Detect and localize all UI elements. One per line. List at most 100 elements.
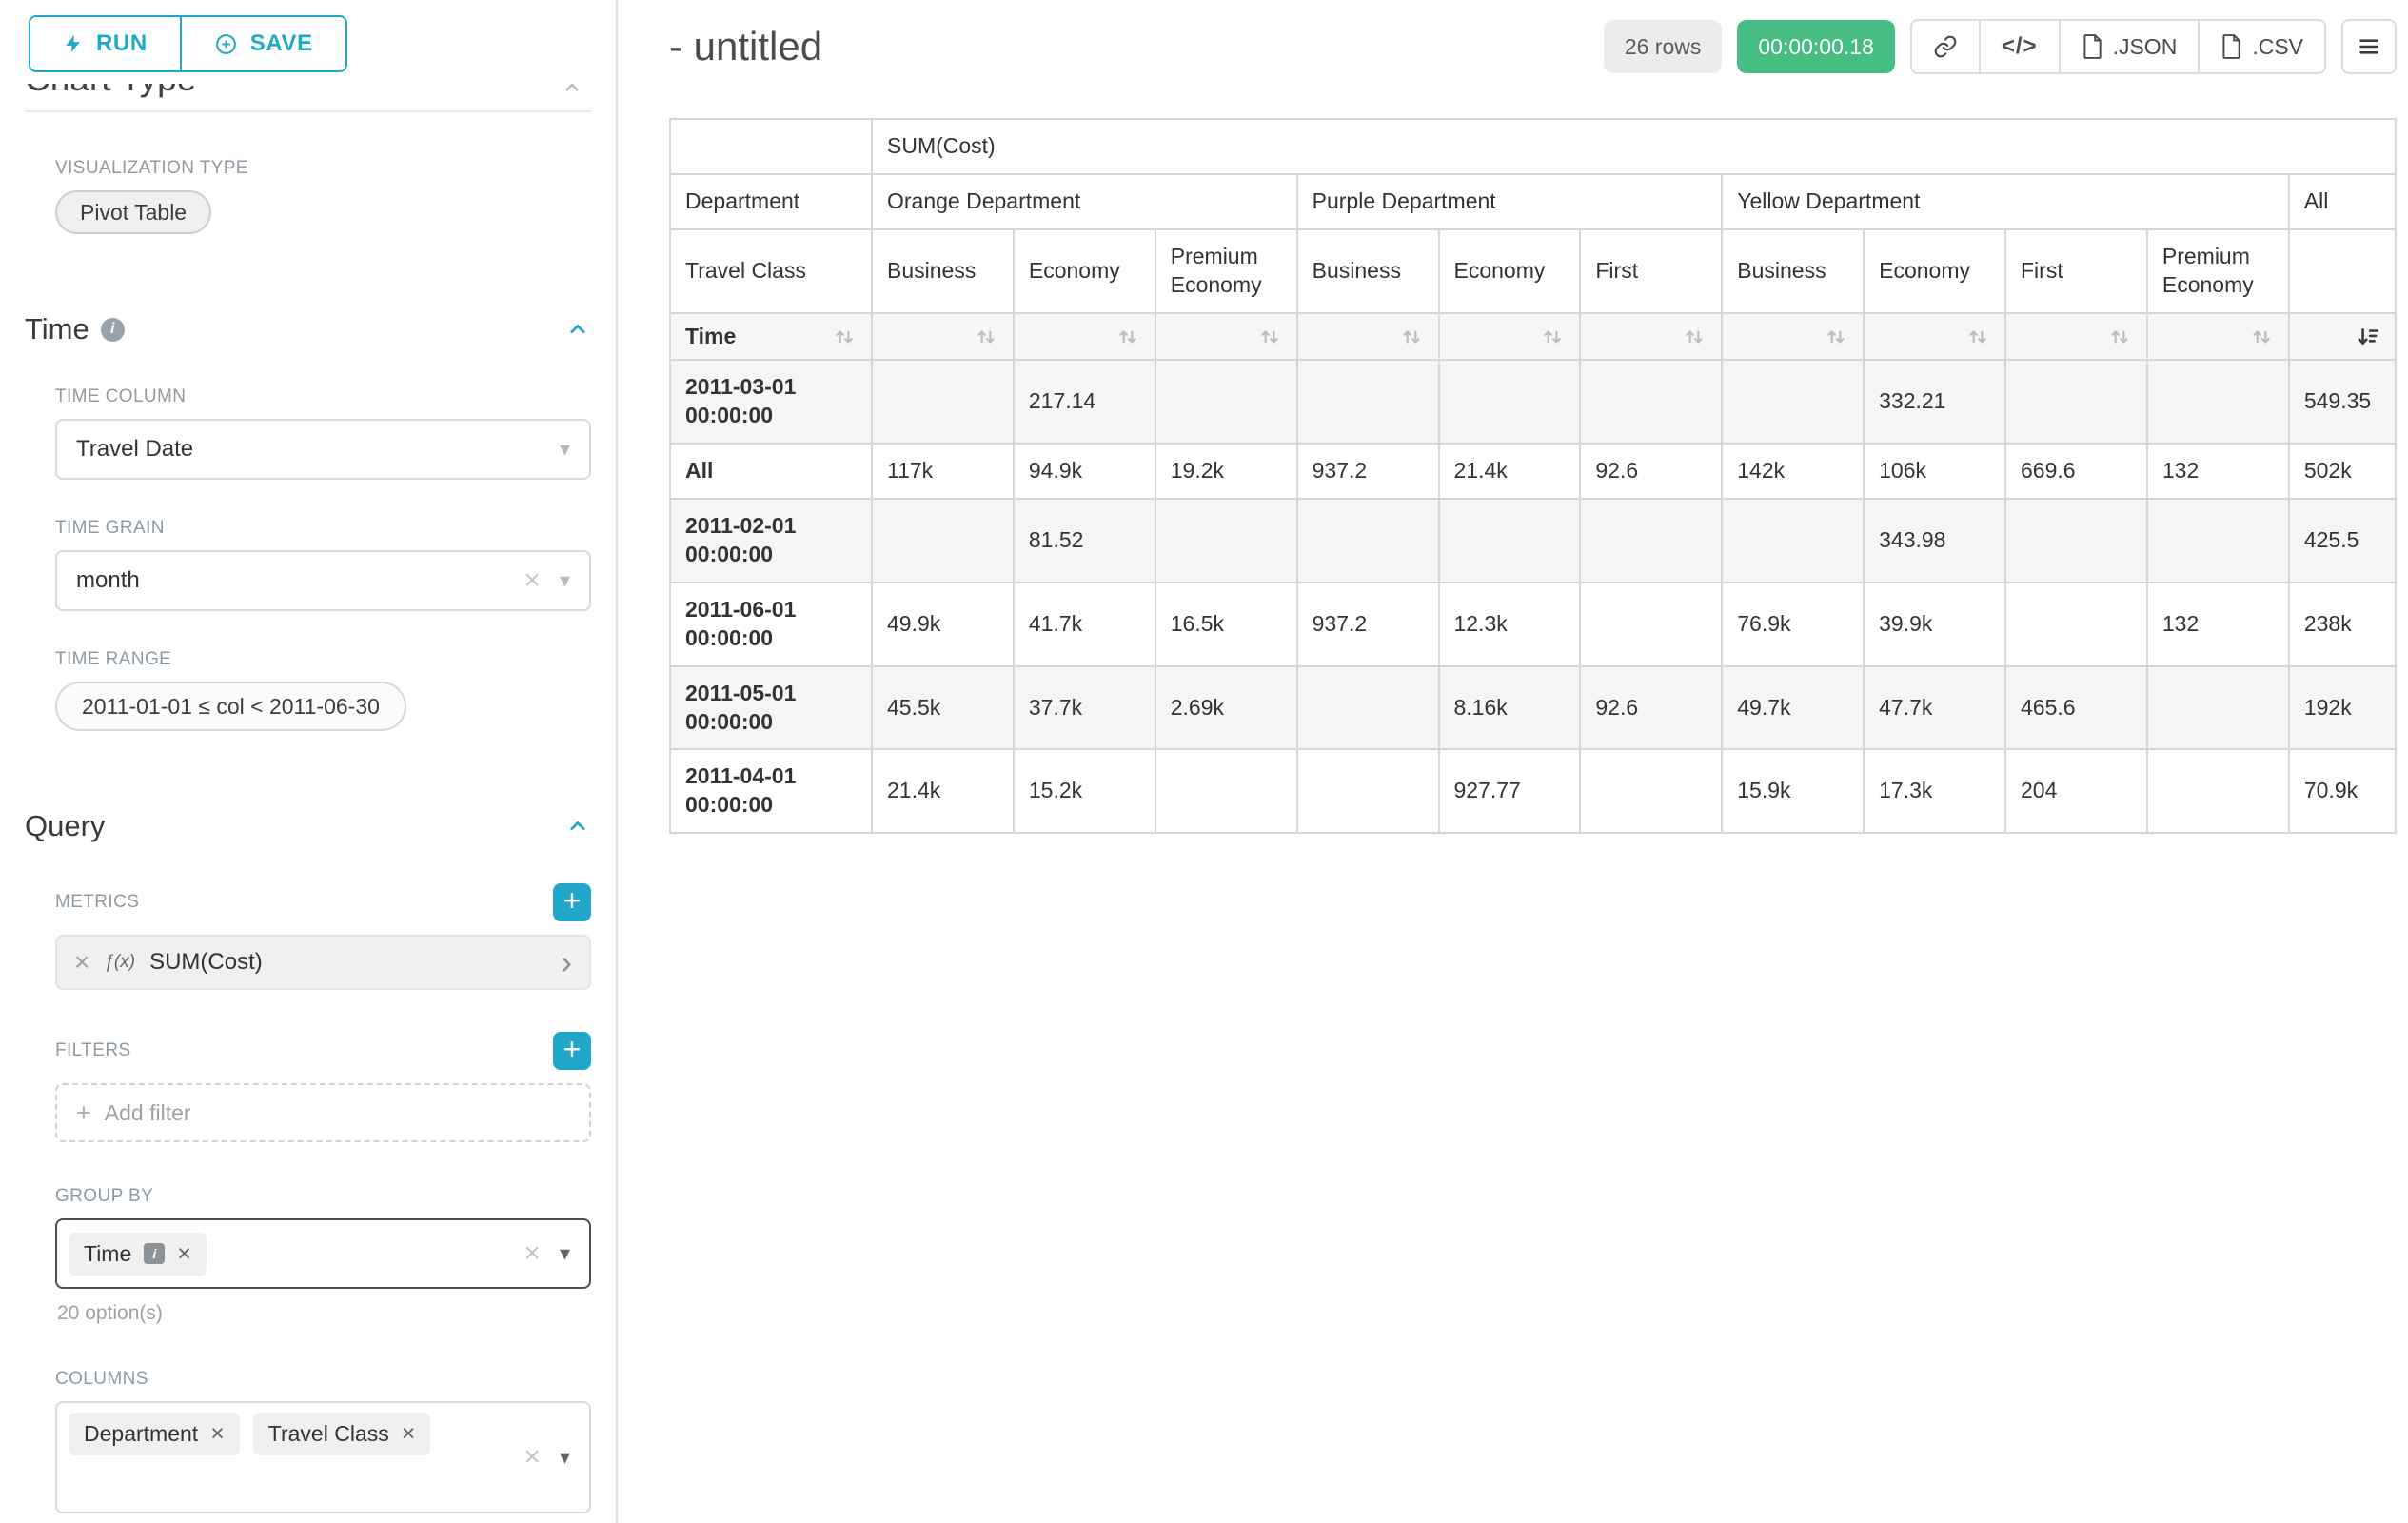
run-save-group: RUN SAVE	[29, 15, 347, 72]
plus-circle-icon	[214, 32, 238, 56]
sort-icon[interactable]	[974, 325, 998, 349]
metrics-label-row: METRICS +	[55, 883, 591, 921]
value-cell: 92.6	[1580, 444, 1722, 499]
sort-icon[interactable]	[1682, 325, 1707, 349]
export-json-label: .JSON	[2113, 34, 2178, 60]
columns-control: COLUMNS Department × Travel Class ×	[55, 1369, 591, 1523]
sort-icon[interactable]	[1965, 325, 1990, 349]
columns-chip[interactable]: Department ×	[69, 1413, 240, 1455]
save-label: SAVE	[250, 30, 313, 57]
share-link-button[interactable]	[1912, 21, 1979, 72]
sort-cell[interactable]	[1864, 313, 2005, 361]
group-by-select[interactable]: Time i × × ▾	[55, 1218, 591, 1289]
chevron-up-icon[interactable]	[564, 813, 591, 840]
run-button[interactable]: RUN	[30, 17, 180, 70]
value-cell: 142k	[1722, 444, 1864, 499]
add-filter-box[interactable]: + Add filter	[55, 1083, 591, 1142]
sort-icon[interactable]	[1824, 325, 1848, 349]
value-cell	[872, 360, 1014, 444]
value-cell	[1297, 666, 1439, 750]
value-cell: 502k	[2289, 444, 2396, 499]
chart-title[interactable]: - untitled	[669, 24, 822, 69]
caret-down-icon[interactable]: ▾	[560, 1243, 570, 1264]
sort-icon[interactable]	[1257, 325, 1282, 349]
column-label: Economy	[1439, 229, 1581, 313]
clear-icon[interactable]: ×	[523, 566, 541, 595]
caret-down-icon[interactable]: ▾	[560, 1447, 570, 1468]
remove-chip-icon[interactable]: ×	[177, 1242, 191, 1266]
clear-icon[interactable]: ×	[523, 1239, 541, 1268]
value-cell	[2005, 360, 2147, 444]
value-cell: 12.3k	[1439, 583, 1581, 666]
time-grain-value: month	[76, 567, 140, 594]
sort-cell[interactable]	[1155, 313, 1297, 361]
time-range-value[interactable]: 2011-01-01 ≤ col < 2011-06-30	[55, 682, 406, 731]
group-by-chip[interactable]: Time i ×	[69, 1233, 207, 1276]
remove-chip-icon[interactable]: ×	[210, 1422, 225, 1446]
time-sort-cell[interactable]: Time	[670, 313, 872, 361]
time-section-header[interactable]: Time i	[25, 312, 591, 346]
chevron-up-icon[interactable]	[564, 316, 591, 343]
sort-cell[interactable]	[1297, 313, 1439, 361]
value-cell	[2147, 666, 2289, 750]
time-section-title: Time	[25, 312, 89, 346]
time-column-control: TIME COLUMN Travel Date ▾	[55, 386, 591, 480]
columns-chip[interactable]: Travel Class ×	[253, 1413, 431, 1455]
divider	[25, 110, 591, 112]
column-label: Premium Economy	[2147, 229, 2289, 313]
sort-icon[interactable]	[1540, 325, 1565, 349]
value-cell: 76.9k	[1722, 583, 1864, 666]
sort-cell[interactable]	[2289, 313, 2396, 361]
sort-icon[interactable]	[1115, 325, 1140, 349]
query-section-header[interactable]: Query	[25, 809, 591, 843]
time-grain-select[interactable]: month × ▾	[55, 550, 591, 611]
columns-select[interactable]: Department × Travel Class × × ▾	[55, 1401, 591, 1513]
sort-icon[interactable]	[2249, 325, 2274, 349]
time-column-select[interactable]: Travel Date ▾	[55, 419, 591, 480]
metric-header-row: SUM(Cost)	[670, 119, 2396, 174]
row-label: All	[670, 444, 872, 499]
value-cell	[872, 499, 1014, 583]
save-button[interactable]: SAVE	[180, 17, 345, 70]
sort-cell[interactable]	[1014, 313, 1155, 361]
export-csv-button[interactable]: .CSV	[2198, 21, 2324, 72]
code-icon: </>	[2002, 33, 2038, 60]
column-label: First	[1580, 229, 1722, 313]
value-cell: 217.14	[1014, 360, 1155, 444]
value-cell	[1155, 499, 1297, 583]
value-cell: 15.2k	[1014, 749, 1155, 833]
caret-down-icon[interactable]: ▾	[560, 570, 570, 591]
value-cell: 41.7k	[1014, 583, 1155, 666]
remove-metric-icon[interactable]: ×	[74, 947, 89, 978]
add-filter-plus-button[interactable]: +	[553, 1032, 591, 1070]
chevron-right-icon[interactable]: ›	[561, 945, 572, 979]
sort-cell[interactable]	[1580, 313, 1722, 361]
sort-cell[interactable]	[1439, 313, 1581, 361]
visualization-type-label: VISUALIZATION TYPE	[55, 158, 591, 179]
visualization-type-value[interactable]: Pivot Table	[55, 190, 211, 234]
sort-icon[interactable]	[2107, 325, 2132, 349]
sort-cell[interactable]	[872, 313, 1014, 361]
caret-down-icon[interactable]: ▾	[560, 439, 570, 460]
sort-desc-icon[interactable]	[2356, 325, 2380, 349]
metric-chip[interactable]: × ƒ(x) SUM(Cost) ›	[55, 935, 591, 990]
menu-button[interactable]	[2341, 19, 2397, 74]
clear-icon[interactable]: ×	[523, 1443, 541, 1472]
column-label: Business	[1297, 229, 1439, 313]
sort-icon[interactable]	[832, 325, 857, 349]
remove-chip-icon[interactable]: ×	[402, 1422, 416, 1446]
row-label: 2011-02-01 00:00:00	[670, 499, 872, 583]
view-query-button[interactable]: </>	[1979, 21, 2059, 72]
sort-cell[interactable]	[2005, 313, 2147, 361]
superset-explore: RUN SAVE Chart Type VISUALIZATION TYPE P…	[0, 0, 2408, 1523]
value-cell: 332.21	[1864, 360, 2005, 444]
data-row: 2011-05-01 00:00:0045.5k37.7k2.69k8.16k9…	[670, 666, 2396, 750]
sort-cell[interactable]	[1722, 313, 1864, 361]
plus-icon: +	[563, 1034, 582, 1064]
value-cell: 549.35	[2289, 360, 2396, 444]
export-json-button[interactable]: .JSON	[2059, 21, 2199, 72]
sort-cell[interactable]	[2147, 313, 2289, 361]
value-cell: 669.6	[2005, 444, 2147, 499]
sort-icon[interactable]	[1399, 325, 1424, 349]
add-metric-button[interactable]: +	[553, 883, 591, 921]
